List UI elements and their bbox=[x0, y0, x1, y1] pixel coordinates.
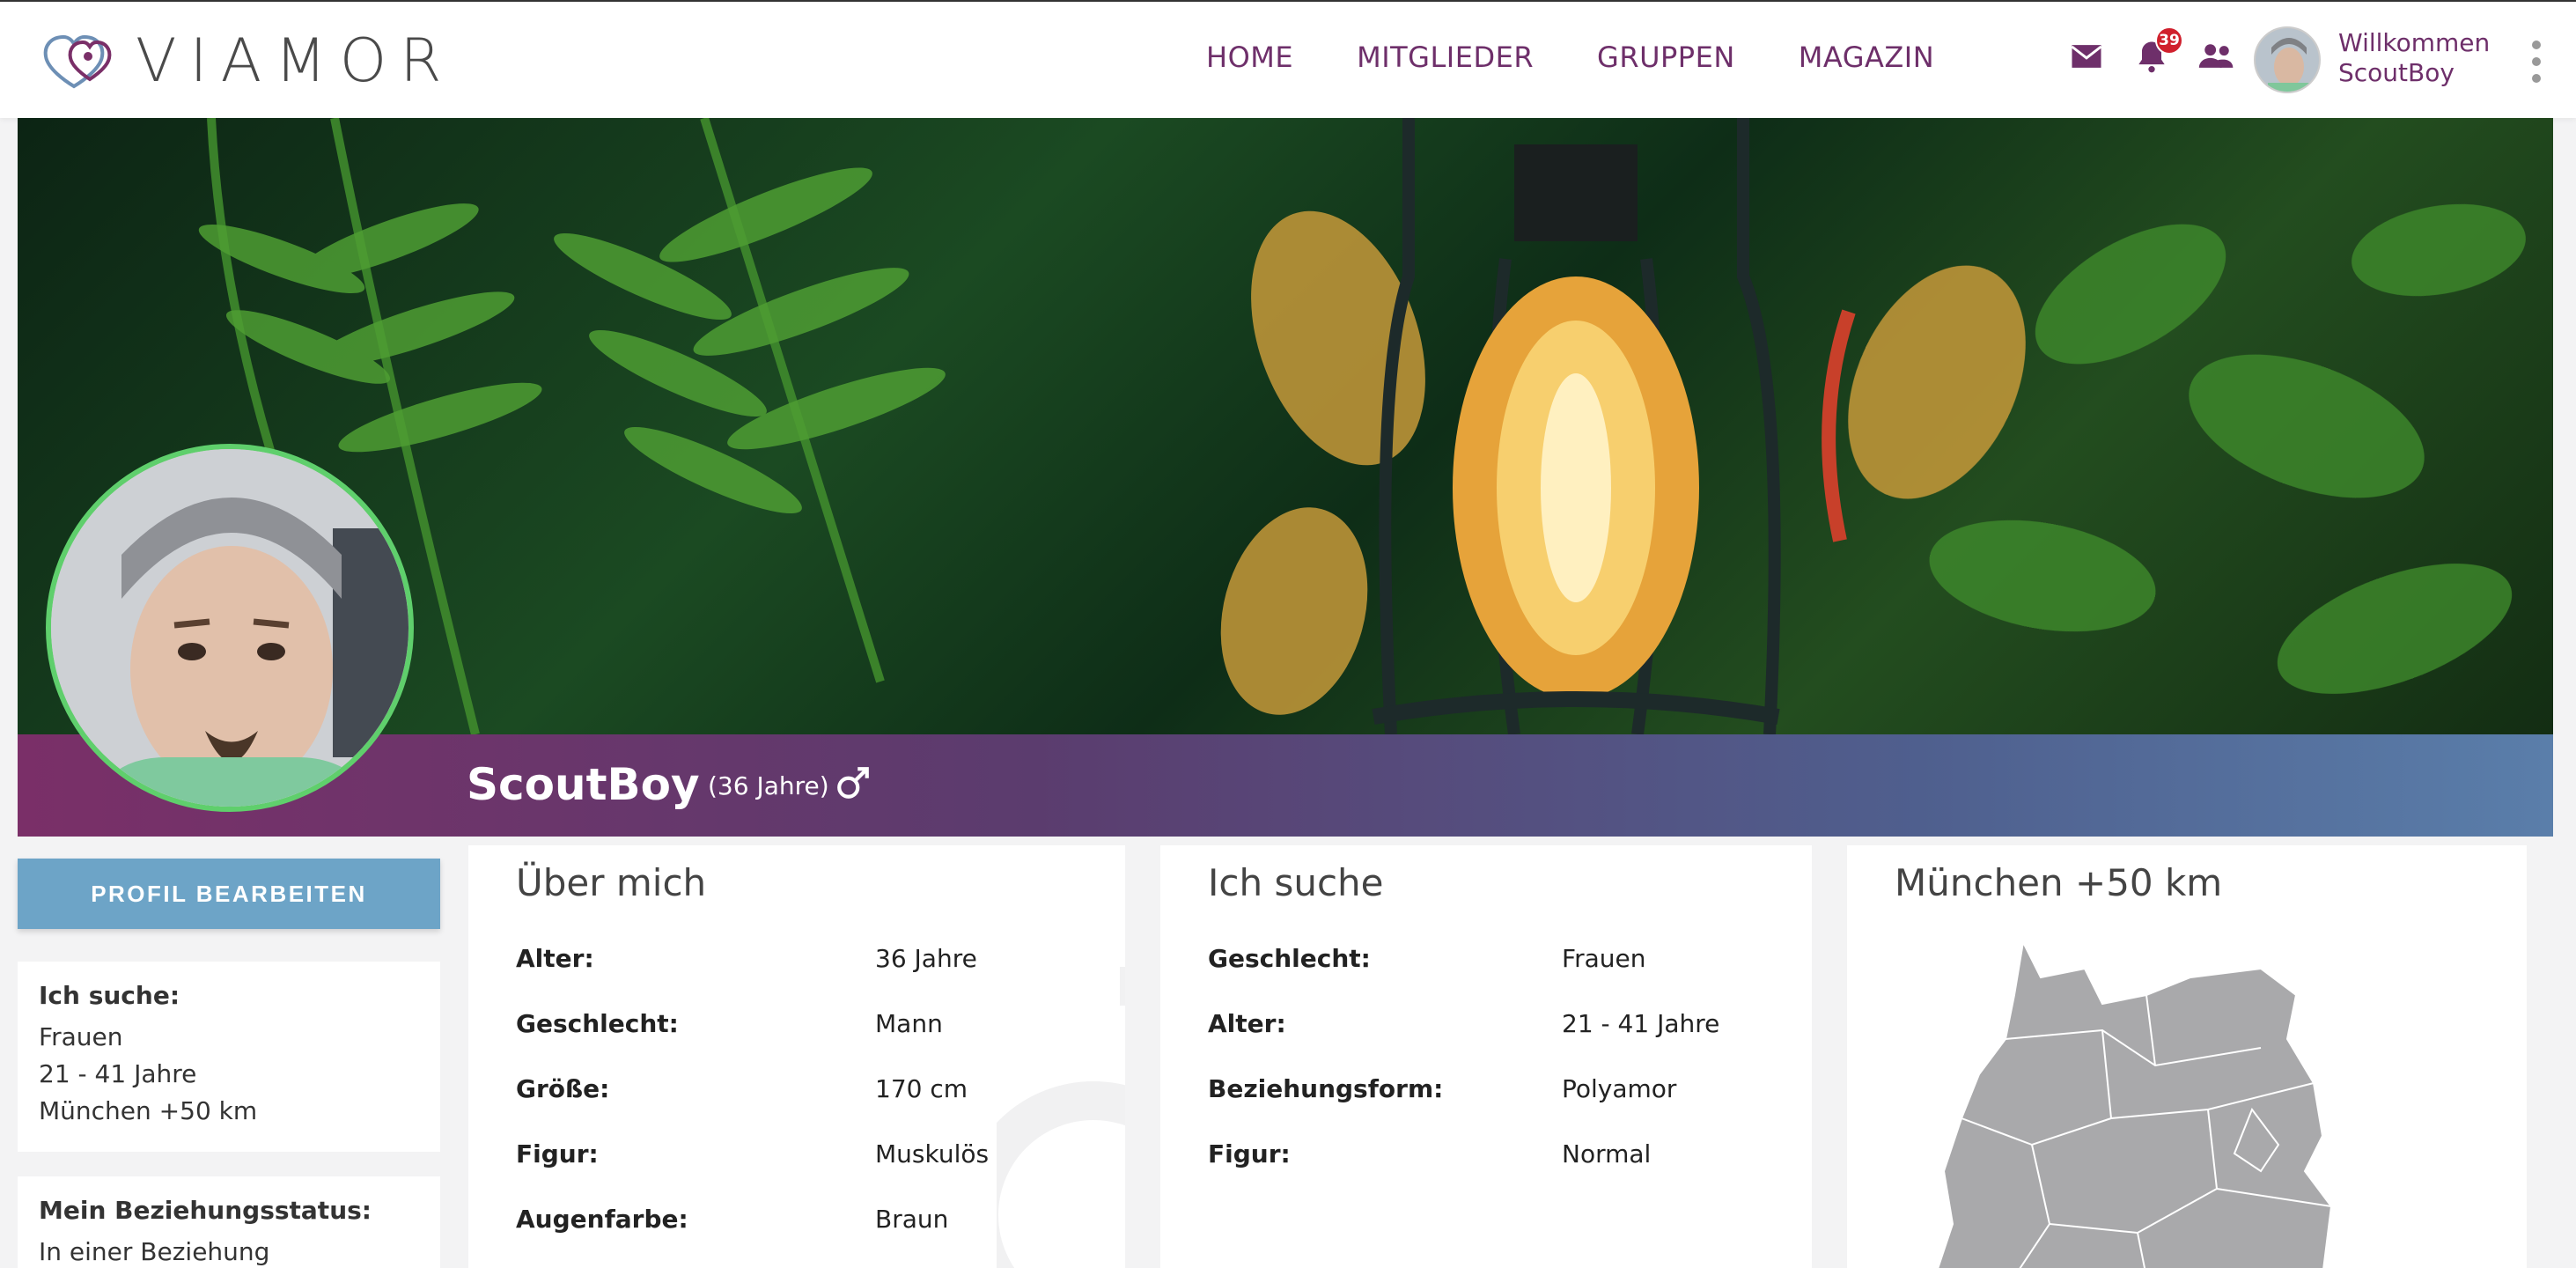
seeking-row-age: Alter: 21 - 41 Jahre bbox=[1208, 991, 1764, 1056]
top-header: VIAMOR HOME MITGLIEDER GRUPPEN MAGAZIN 3… bbox=[0, 0, 2576, 118]
search-summary-title: Ich suche: bbox=[39, 981, 180, 1010]
nav-home[interactable]: HOME bbox=[1206, 41, 1293, 74]
seeking-row-gender: Geschlecht: Frauen bbox=[1208, 925, 1764, 991]
nav-magazine[interactable]: MAGAZIN bbox=[1799, 41, 1934, 74]
seeking-value: Polyamor bbox=[1562, 1073, 1677, 1103]
about-label: Größe: bbox=[516, 1073, 610, 1103]
welcome-username: ScoutBoy bbox=[2338, 58, 2455, 87]
about-value: 36 Jahre bbox=[875, 943, 977, 973]
male-icon bbox=[837, 767, 869, 799]
about-value: Muskulös bbox=[875, 1139, 990, 1168]
notification-badge: 39 bbox=[2155, 26, 2183, 55]
location-card: München +50 km bbox=[1847, 845, 2527, 1268]
seeking-label: Geschlecht: bbox=[1208, 943, 1371, 973]
about-row-age: Alter: 36 Jahre bbox=[516, 925, 1078, 991]
mail-icon[interactable] bbox=[2067, 37, 2106, 76]
germany-map[interactable] bbox=[1926, 942, 2331, 1268]
seeking-value: 21 - 41 Jahre bbox=[1562, 1008, 1720, 1038]
about-row-height: Größe: 170 cm bbox=[516, 1056, 1078, 1121]
search-location: München +50 km bbox=[39, 1096, 258, 1125]
edit-profile-button[interactable]: PROFIL BEARBEITEN bbox=[18, 859, 440, 929]
header-icons: 39 bbox=[2067, 26, 2236, 76]
friends-icon[interactable] bbox=[2197, 37, 2236, 76]
search-age-range: 21 - 41 Jahre bbox=[39, 1059, 197, 1088]
about-row-figure: Figur: Muskulös bbox=[516, 1121, 1078, 1186]
user-avatar[interactable] bbox=[2254, 26, 2321, 93]
nav-members[interactable]: MITGLIEDER bbox=[1357, 41, 1534, 74]
profile-name: ScoutBoy bbox=[467, 759, 700, 810]
profile-age: (36 Jahre) bbox=[708, 771, 829, 800]
heart-pin-logo-icon bbox=[43, 34, 112, 89]
search-summary-card: Ich suche: Frauen 21 - 41 Jahre München … bbox=[18, 962, 440, 1152]
more-menu-icon[interactable] bbox=[2530, 41, 2543, 83]
about-value: 170 cm bbox=[875, 1073, 968, 1103]
search-gender: Frauen bbox=[39, 1022, 123, 1051]
main-nav: HOME MITGLIEDER GRUPPEN MAGAZIN bbox=[1206, 41, 1934, 74]
seeking-value: Frauen bbox=[1562, 943, 1646, 973]
relationship-status-title: Mein Beziehungsstatus: bbox=[39, 1196, 372, 1225]
brand-logo[interactable]: VIAMOR bbox=[39, 26, 455, 96]
welcome-text[interactable]: Willkommen ScoutBoy bbox=[2338, 28, 2490, 88]
seeking-row-relationship: Beziehungsform: Polyamor bbox=[1208, 1056, 1764, 1121]
seeking-label: Beziehungsform: bbox=[1208, 1073, 1444, 1103]
bell-icon[interactable]: 39 bbox=[2132, 26, 2183, 76]
about-value: Braun bbox=[875, 1204, 949, 1234]
about-value: Mann bbox=[875, 1008, 943, 1038]
profile-avatar[interactable] bbox=[46, 444, 414, 812]
relationship-status-card: Mein Beziehungsstatus: In einer Beziehun… bbox=[18, 1176, 440, 1268]
nav-groups[interactable]: GRUPPEN bbox=[1597, 41, 1735, 74]
seeking-row-figure: Figur: Normal bbox=[1208, 1121, 1764, 1186]
about-label: Augenfarbe: bbox=[516, 1204, 688, 1234]
about-me-card: Über mich Alter: 36 Jahre Geschlecht: Ma… bbox=[468, 845, 1125, 1268]
seeking-value: Normal bbox=[1562, 1139, 1652, 1168]
about-label: Figur: bbox=[516, 1139, 599, 1168]
seeking-label: Figur: bbox=[1208, 1139, 1291, 1168]
about-row-eye-color: Augenfarbe: Braun bbox=[516, 1186, 1078, 1251]
seeking-label: Alter: bbox=[1208, 1008, 1286, 1038]
brand-name: VIAMOR bbox=[136, 26, 455, 96]
relationship-status-value: In einer Beziehung bbox=[39, 1237, 270, 1266]
about-label: Geschlecht: bbox=[516, 1008, 679, 1038]
profile-banner bbox=[18, 734, 2553, 837]
about-me-title: Über mich bbox=[516, 861, 707, 904]
location-title: München +50 km bbox=[1895, 861, 2223, 904]
about-label: Alter: bbox=[516, 943, 594, 973]
seeking-card: Ich suche Geschlecht: Frauen Alter: 21 -… bbox=[1160, 845, 1812, 1268]
seeking-title: Ich suche bbox=[1208, 861, 1384, 904]
about-row-gender: Geschlecht: Mann bbox=[516, 991, 1078, 1056]
welcome-greeting: Willkommen bbox=[2338, 28, 2491, 57]
